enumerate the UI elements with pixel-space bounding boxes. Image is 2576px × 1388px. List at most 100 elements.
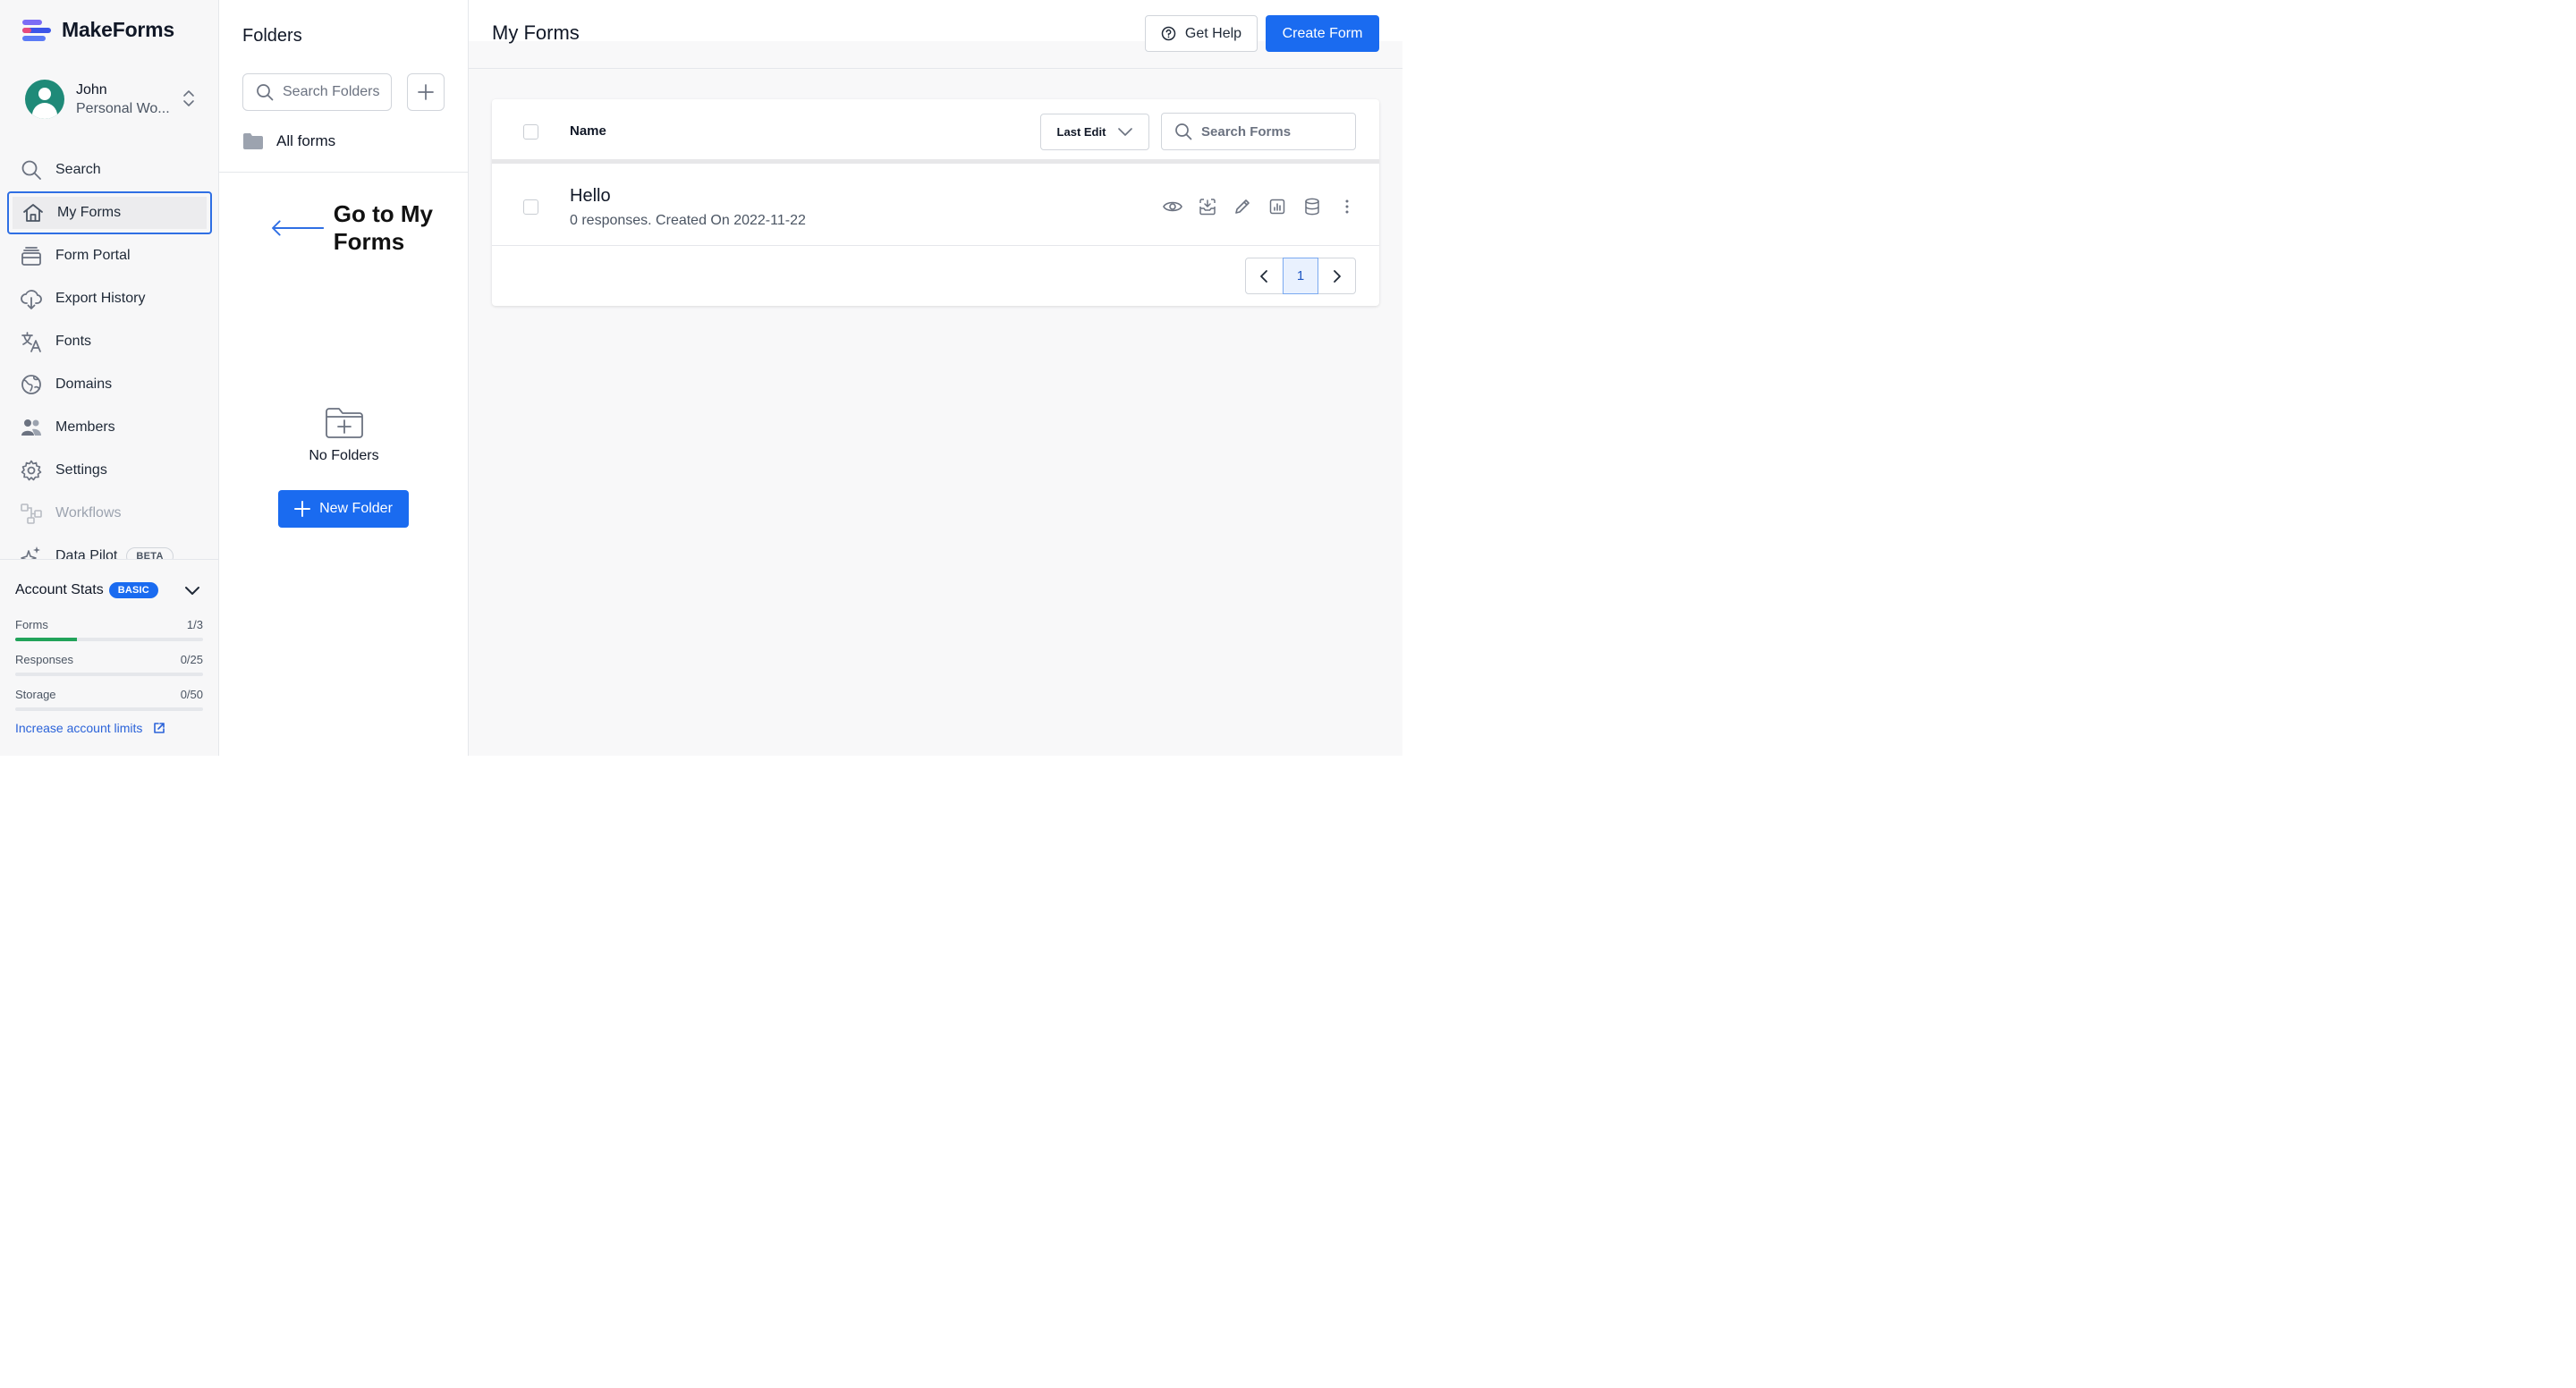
database-button[interactable] bbox=[1302, 197, 1322, 216]
stat-value: 1/3 bbox=[186, 618, 203, 631]
annotation-text: Go to My Forms bbox=[333, 200, 433, 255]
main-content: My Forms Get Help Create Form Name Last … bbox=[469, 0, 1402, 756]
sidebar-item-form-portal[interactable]: Form Portal bbox=[7, 234, 212, 277]
sidebar-item-label: Export History bbox=[55, 291, 146, 306]
app-name: MakeForms bbox=[62, 18, 175, 41]
sidebar-item-label: Fonts bbox=[55, 334, 92, 349]
forms-table: Name Last Edit Search Forms Hello 0 resp… bbox=[492, 99, 1379, 306]
sidebar-item-label: Form Portal bbox=[55, 248, 131, 263]
gear-icon bbox=[21, 460, 42, 481]
account-name: John bbox=[76, 81, 107, 97]
chevron-up-down-icon bbox=[183, 90, 194, 106]
all-forms-folder[interactable]: All forms bbox=[242, 132, 335, 150]
new-folder-button[interactable]: New Folder bbox=[278, 490, 409, 528]
chevron-right-icon bbox=[1333, 269, 1341, 283]
get-help-label: Get Help bbox=[1184, 25, 1242, 41]
chevron-left-icon bbox=[1260, 269, 1268, 283]
sidebar-item-export-history[interactable]: Export History bbox=[7, 277, 212, 320]
folder-plus-icon bbox=[325, 408, 363, 438]
row-actions bbox=[1163, 197, 1357, 216]
logo[interactable]: MakeForms bbox=[22, 18, 174, 42]
sidebar-item-domains[interactable]: Domains bbox=[7, 363, 212, 406]
help-circle-icon bbox=[1161, 26, 1176, 41]
form-meta: 0 responses. Created On 2022-11-22 bbox=[570, 213, 806, 228]
column-header-name[interactable]: Name bbox=[570, 123, 606, 139]
select-all-checkbox[interactable] bbox=[523, 124, 538, 140]
translate-icon bbox=[21, 332, 41, 352]
prev-page-button[interactable] bbox=[1246, 258, 1283, 293]
new-folder-label: New Folder bbox=[319, 501, 393, 516]
kebab-menu-icon bbox=[1345, 199, 1349, 214]
search-forms-placeholder: Search Forms bbox=[1201, 123, 1292, 140]
folders-title: Folders bbox=[242, 26, 302, 46]
increase-limits-label: Increase account limits bbox=[15, 721, 143, 735]
sidebar-item-settings[interactable]: Settings bbox=[7, 449, 212, 492]
stat-progress-bar bbox=[15, 638, 203, 641]
no-folders-empty-state: No Folders bbox=[219, 407, 469, 464]
stat-label: Storage bbox=[15, 688, 56, 701]
chevron-down-icon[interactable] bbox=[184, 585, 200, 596]
no-folders-label: No Folders bbox=[309, 448, 379, 463]
sidebar-item-label: Settings bbox=[55, 462, 107, 478]
external-link-icon bbox=[154, 723, 165, 733]
annotation-callout: Go to My Forms bbox=[270, 200, 468, 256]
search-icon bbox=[21, 160, 41, 180]
preview-button[interactable] bbox=[1163, 197, 1182, 216]
table-row[interactable]: Hello 0 responses. Created On 2022-11-22 bbox=[492, 168, 1379, 246]
create-form-button[interactable]: Create Form bbox=[1266, 15, 1379, 52]
row-checkbox[interactable] bbox=[523, 199, 538, 215]
account-switcher[interactable]: John Personal Wo... bbox=[25, 79, 195, 120]
sidebar-item-label: Search bbox=[55, 162, 101, 177]
search-folders-input[interactable]: Search Folders bbox=[242, 73, 392, 111]
form-title[interactable]: Hello bbox=[570, 186, 611, 207]
arrow-left-icon bbox=[272, 220, 325, 236]
users-icon bbox=[21, 419, 41, 436]
database-icon bbox=[1305, 198, 1319, 216]
sort-dropdown[interactable]: Last Edit bbox=[1040, 114, 1149, 150]
sidebar-item-fonts[interactable]: Fonts bbox=[7, 320, 212, 363]
sidebar-item-label: Members bbox=[55, 419, 115, 435]
stat-label: Forms bbox=[15, 618, 48, 631]
pagination: 1 bbox=[1245, 258, 1356, 294]
page-title: My Forms bbox=[492, 21, 580, 44]
stat-value: 0/25 bbox=[180, 653, 203, 666]
portal-icon bbox=[21, 247, 41, 266]
divider bbox=[219, 172, 469, 173]
all-forms-label: All forms bbox=[276, 132, 336, 149]
search-forms-input[interactable]: Search Forms bbox=[1161, 113, 1356, 150]
sidebar-nav: Search My Forms Form Portal Export Histo… bbox=[7, 148, 212, 578]
app-root: MakeForms John Personal Wo... Search My … bbox=[0, 0, 1402, 756]
get-help-button[interactable]: Get Help bbox=[1145, 15, 1258, 52]
page-button-current[interactable]: 1 bbox=[1282, 258, 1319, 294]
stat-value: 0/50 bbox=[180, 688, 203, 701]
logo-icon bbox=[22, 19, 51, 42]
account-stats-header[interactable]: Account Stats BASIC bbox=[15, 582, 158, 598]
increase-limits-link[interactable]: Increase account limits bbox=[15, 721, 165, 735]
workspace-name: Personal Wo... bbox=[76, 100, 170, 116]
sidebar-item-my-forms[interactable]: My Forms bbox=[7, 191, 212, 234]
folders-panel: Folders Search Folders All forms Go to M… bbox=[219, 0, 469, 756]
account-stats-title: Account Stats bbox=[15, 582, 104, 597]
stat-progress-bar bbox=[15, 707, 203, 711]
globe-icon bbox=[21, 375, 41, 394]
edit-button[interactable] bbox=[1233, 197, 1252, 216]
table-header: Name Last Edit Search Forms bbox=[492, 99, 1379, 164]
stat-progress-bar bbox=[15, 673, 203, 676]
next-page-button[interactable] bbox=[1318, 258, 1355, 293]
sidebar-item-workflows[interactable]: Workflows bbox=[7, 492, 212, 535]
add-folder-button[interactable] bbox=[407, 73, 445, 111]
chart-icon bbox=[1269, 199, 1285, 215]
more-options-button[interactable] bbox=[1337, 197, 1357, 216]
sidebar-item-label: Workflows bbox=[55, 505, 122, 520]
cloud-download-icon bbox=[21, 290, 42, 309]
download-button[interactable] bbox=[1198, 197, 1217, 216]
tray-download-icon bbox=[1199, 199, 1216, 216]
stat-label: Responses bbox=[15, 653, 74, 666]
search-icon bbox=[257, 84, 274, 101]
search-folders-placeholder: Search Folders bbox=[283, 84, 380, 99]
sidebar: MakeForms John Personal Wo... Search My … bbox=[0, 0, 219, 756]
sidebar-item-search[interactable]: Search bbox=[7, 148, 212, 191]
analytics-button[interactable] bbox=[1267, 197, 1287, 216]
sidebar-item-members[interactable]: Members bbox=[7, 406, 212, 449]
search-icon bbox=[1175, 123, 1192, 140]
